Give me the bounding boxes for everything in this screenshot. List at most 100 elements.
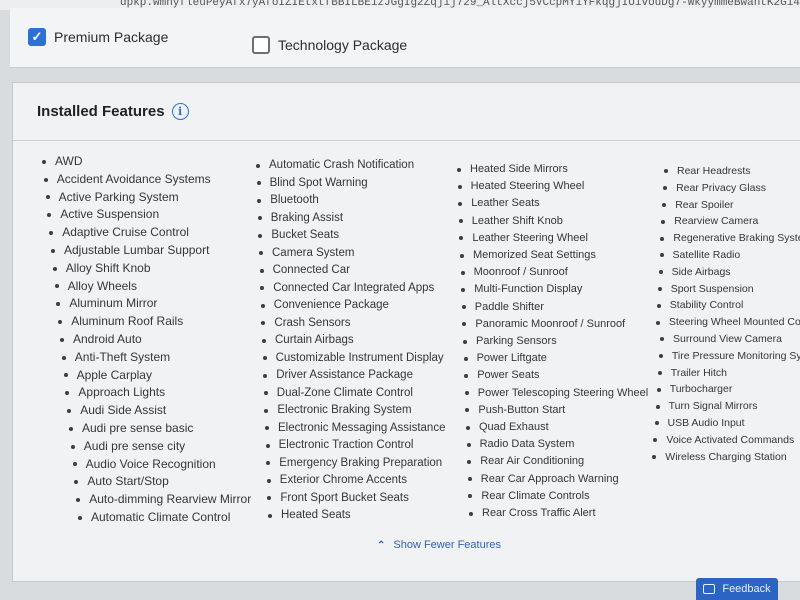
- feature-item: Rear Climate Controls: [481, 488, 648, 505]
- feature-item: Auto Start/Stop: [87, 473, 251, 491]
- feature-item: Exterior Chrome Accents: [280, 472, 446, 490]
- feature-item: Electronic Traction Control: [279, 437, 446, 455]
- features-column-1: AWD Accident Avoidance Systems Active Park…: [55, 153, 251, 527]
- feature-item: Curtain Airbags: [275, 332, 445, 350]
- feature-item: Audi pre sense city: [84, 438, 251, 456]
- feature-item: Audio Voice Recognition: [86, 456, 252, 474]
- show-fewer-label: Show Fewer Features: [393, 539, 501, 551]
- feature-item: Driver Assistance Package: [276, 367, 445, 385]
- premium-package-label: Premium Package: [54, 29, 169, 45]
- feature-item: Adjustable Lumbar Support: [64, 242, 251, 260]
- feature-item: Adaptive Cruise Control: [62, 224, 251, 242]
- feature-item: Heated Steering Wheel: [471, 178, 649, 195]
- packages-section: ✓ Premium Package Technology Package: [10, 8, 800, 68]
- feedback-button[interactable]: Feedback: [696, 578, 778, 600]
- feedback-icon: [703, 584, 716, 594]
- feature-item: Apple Carplay: [77, 367, 252, 385]
- feature-item: Turn Signal Mirrors: [669, 398, 800, 415]
- feature-item: Regenerative Braking System: [673, 230, 800, 247]
- feature-item: Heated Seats: [281, 507, 445, 525]
- feature-item: Trailer Hitch: [671, 365, 800, 382]
- feature-item: Audi Side Assist: [80, 402, 251, 420]
- feature-item: Rear Car Approach Warning: [481, 471, 648, 488]
- feature-item: Rear Privacy Glass: [676, 180, 800, 197]
- feature-item: USB Audio Input: [668, 415, 800, 432]
- feedback-label: Feedback: [722, 583, 771, 595]
- feature-item: Automatic Crash Notification: [269, 157, 445, 175]
- feature-item: Wireless Charging Station: [665, 449, 800, 466]
- feature-item: Stability Control: [670, 297, 800, 314]
- feature-item: Connected Car: [273, 262, 446, 280]
- feature-item: Connected Car Integrated Apps: [273, 280, 445, 298]
- feature-item: Active Parking System: [59, 189, 252, 207]
- feature-item: Aluminum Roof Rails: [71, 313, 251, 331]
- feature-item: Dual-Zone Climate Control: [277, 385, 446, 403]
- feature-item: Leather Shift Knob: [472, 213, 648, 230]
- feature-item: Radio Data System: [480, 436, 649, 453]
- feature-item: Multi-Function Display: [474, 281, 648, 298]
- feature-item: Panoramic Moonroof / Sunroof: [475, 316, 648, 333]
- technology-package-option[interactable]: Technology Package: [252, 36, 407, 54]
- feature-item: Rear Air Conditioning: [480, 453, 648, 470]
- feature-item: Blind Spot Warning: [270, 175, 446, 193]
- features-column-4: Rear Headrests Rear Privacy Glass Rear Spo…: [661, 163, 800, 465]
- feature-item: Power Seats: [477, 367, 648, 384]
- feature-item: Front Sport Bucket Seats: [280, 490, 445, 508]
- feature-item: Parking Sensors: [476, 333, 648, 350]
- feature-item: Tire Pressure Monitoring System: [672, 348, 800, 365]
- feature-item: Paddle Shifter: [475, 299, 648, 316]
- feature-item: Rear Cross Traffic Alert: [482, 505, 648, 522]
- feature-item: Power Telescoping Steering Wheel: [478, 385, 648, 402]
- feature-item: Voice Activated Commands: [666, 432, 800, 449]
- feature-item: Push-Button Start: [478, 402, 648, 419]
- info-icon[interactable]: i: [171, 103, 189, 120]
- feature-item: Active Suspension: [60, 206, 251, 224]
- chevron-up-icon: ⌃: [377, 539, 386, 551]
- feature-item: Rearview Camera: [674, 213, 800, 230]
- feature-item: Aluminum Mirror: [69, 295, 251, 313]
- feature-item: Convenience Package: [274, 297, 446, 315]
- technology-package-label: Technology Package: [278, 37, 408, 53]
- feature-item: Satellite Radio: [673, 247, 800, 264]
- feature-item: Alloy Shift Knob: [66, 260, 251, 278]
- feature-item: Anti-Theft System: [75, 349, 251, 367]
- feature-item: Accident Avoidance Systems: [57, 171, 251, 189]
- checkbox-unchecked-icon[interactable]: [252, 36, 270, 54]
- premium-package-option[interactable]: ✓ Premium Package: [28, 28, 168, 46]
- feature-item: Side Airbags: [672, 264, 800, 281]
- feature-item: Leather Seats: [471, 195, 648, 212]
- feature-item: Crash Sensors: [274, 315, 445, 333]
- feature-item: Surround View Camera: [673, 331, 800, 348]
- feature-item: Braking Assist: [271, 210, 446, 228]
- feature-item: Electronic Messaging Assistance: [278, 420, 445, 438]
- feature-item: Audi pre sense basic: [82, 420, 251, 438]
- feature-item: Bucket Seats: [271, 227, 445, 245]
- show-fewer-features-link[interactable]: ⌃ Show Fewer Features: [377, 539, 501, 551]
- feature-item: Bluetooth: [270, 192, 445, 210]
- feature-item: Emergency Braking Preparation: [279, 455, 445, 473]
- feature-item: Leather Steering Wheel: [472, 230, 648, 247]
- feature-item: Turbocharger: [670, 381, 800, 398]
- feature-item: Sport Suspension: [671, 281, 800, 298]
- feature-item: Electronic Braking System: [277, 402, 445, 420]
- features-column-2: Automatic Crash Notification Blind Spot W…: [269, 157, 445, 525]
- feature-item: Rear Headrests: [677, 163, 800, 180]
- feature-item: Android Auto: [73, 331, 251, 349]
- installed-features-card: Installed Features i AWD Accident Avoidan…: [12, 82, 800, 582]
- feature-item: Power Liftgate: [477, 350, 649, 367]
- features-header: Installed Features i: [13, 83, 800, 141]
- checkbox-checked-icon[interactable]: ✓: [28, 28, 46, 46]
- feature-item: Automatic Climate Control: [91, 509, 251, 527]
- feature-item: Auto-dimming Rearview Mirror: [89, 491, 251, 509]
- feature-item: AWD: [55, 153, 251, 171]
- feature-item: Steering Wheel Mounted Controls: [669, 314, 800, 331]
- feature-item: Quad Exhaust: [479, 419, 648, 436]
- feature-item: Customizable Instrument Display: [276, 350, 446, 368]
- feature-item: Rear Spoiler: [675, 197, 800, 214]
- feature-item: Approach Lights: [78, 384, 251, 402]
- feature-item: Memorized Seat Settings: [473, 247, 648, 264]
- features-column-3: Heated Side Mirrors Heated Steering Wheel…: [470, 161, 648, 522]
- feature-item: Alloy Wheels: [68, 278, 252, 296]
- feature-item: Moonroof / Sunroof: [474, 264, 649, 281]
- features-title: Installed Features: [37, 103, 165, 120]
